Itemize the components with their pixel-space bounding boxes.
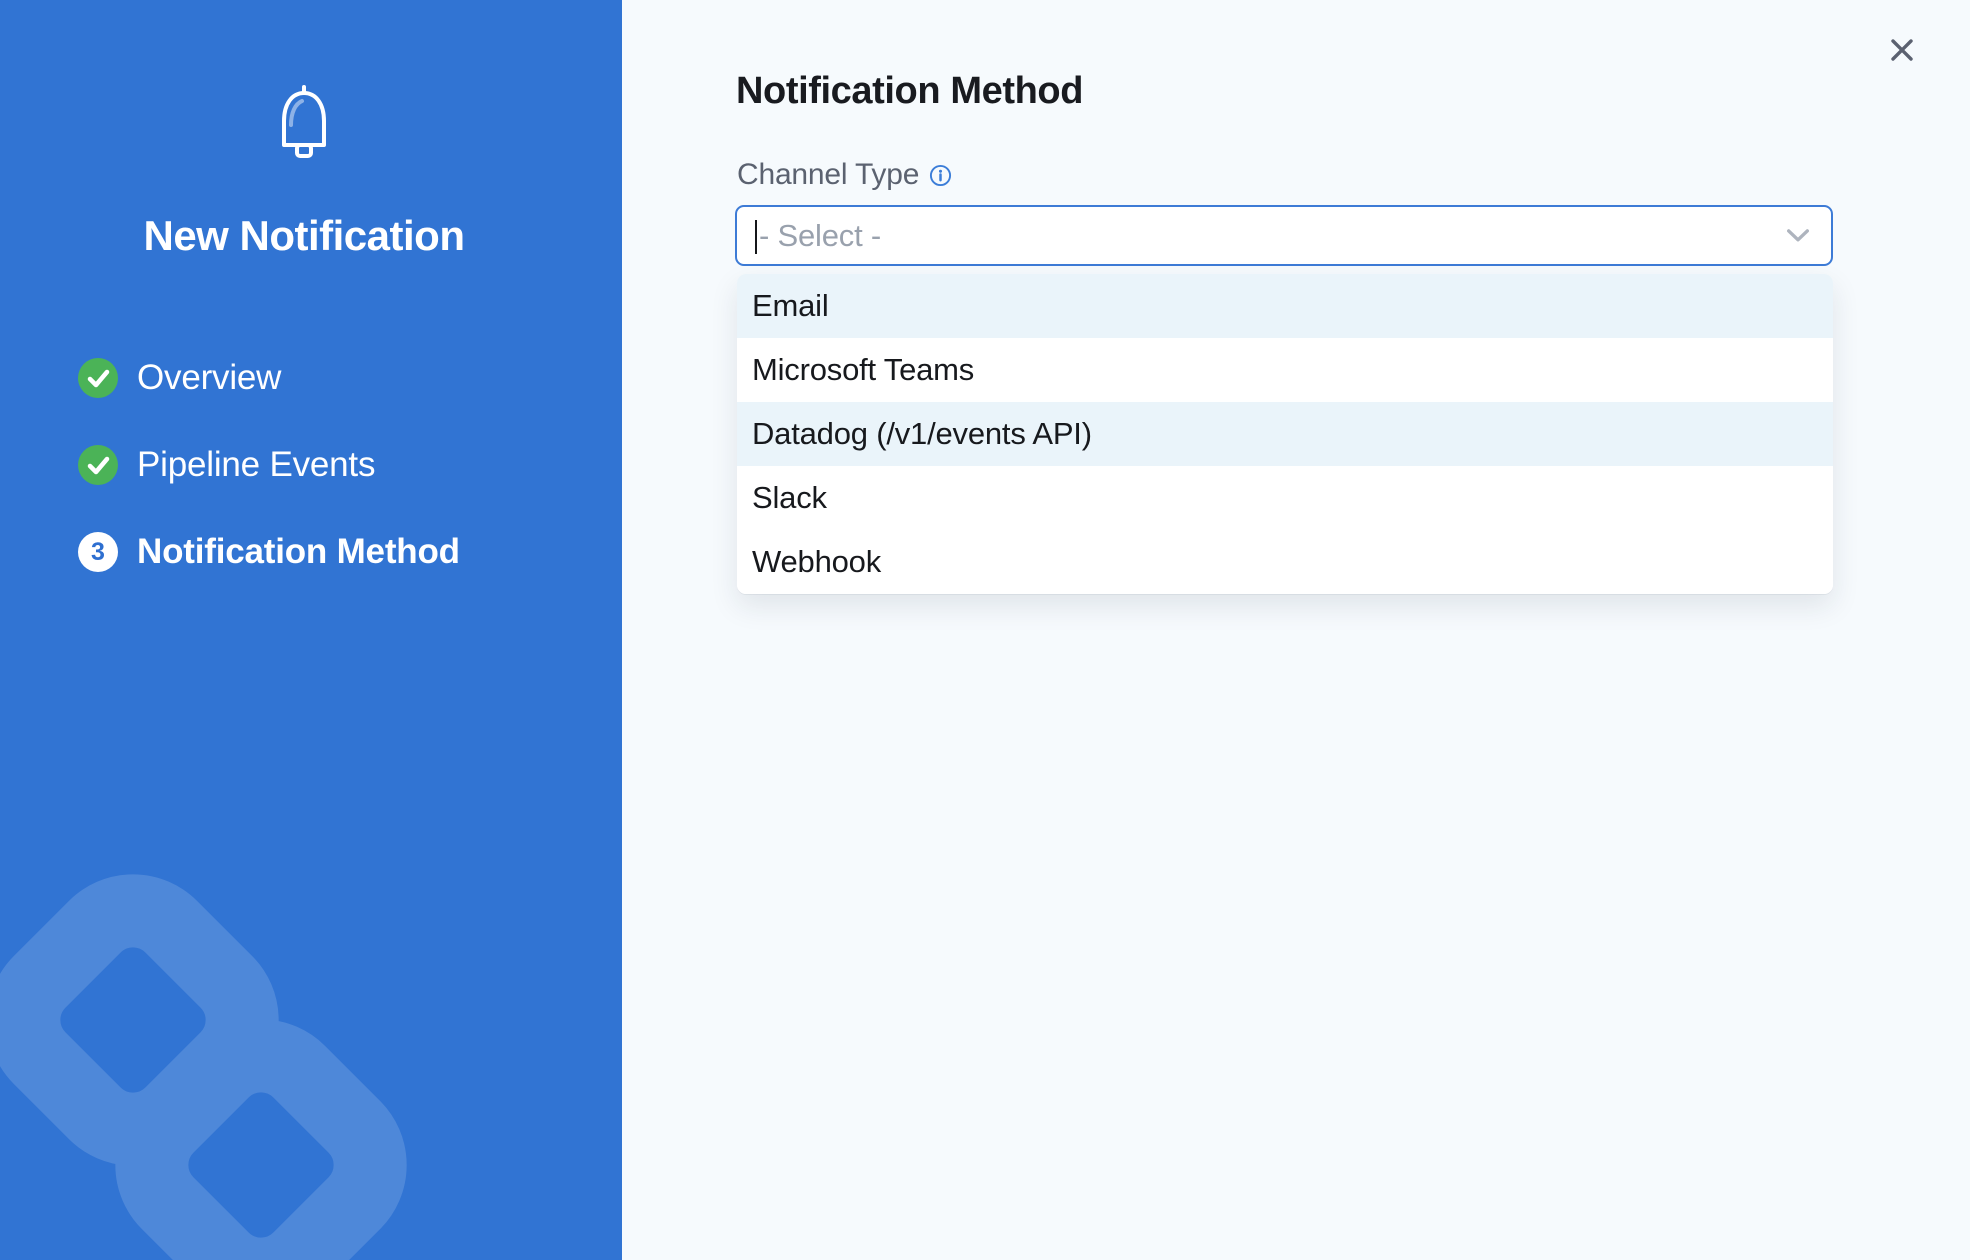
panel-heading: Notification Method xyxy=(736,70,1083,113)
option-email[interactable]: Email xyxy=(737,274,1833,338)
check-icon xyxy=(78,358,118,398)
channel-type-label: Channel Type xyxy=(737,158,919,192)
channel-options-menu: Email Microsoft Teams Datadog (/v1/event… xyxy=(737,274,1833,594)
close-button[interactable] xyxy=(1884,32,1920,68)
notification-method-panel: Notification Method Channel Type - Selec… xyxy=(622,0,1970,1260)
bell-icon xyxy=(272,84,336,162)
channel-type-label-row: Channel Type xyxy=(737,158,952,192)
step-notification-method[interactable]: 3 Notification Method xyxy=(78,532,460,572)
new-notification-modal: New Notification Overview Pipeline Event… xyxy=(0,0,1970,1260)
option-datadog[interactable]: Datadog (/v1/events API) xyxy=(737,402,1833,466)
option-slack[interactable]: Slack xyxy=(737,466,1833,530)
step-label: Pipeline Events xyxy=(137,445,375,485)
info-icon[interactable] xyxy=(929,164,952,187)
close-icon xyxy=(1888,36,1916,64)
select-placeholder: - Select - xyxy=(759,218,881,254)
option-microsoft-teams[interactable]: Microsoft Teams xyxy=(737,338,1833,402)
step-label: Overview xyxy=(137,358,281,398)
step-label: Notification Method xyxy=(137,532,460,572)
wizard-title: New Notification xyxy=(0,213,608,259)
step-overview[interactable]: Overview xyxy=(78,358,460,398)
check-icon xyxy=(78,445,118,485)
wizard-steps: Overview Pipeline Events 3 Notification … xyxy=(78,358,460,619)
channel-type-select[interactable]: - Select - xyxy=(735,205,1833,266)
wizard-sidebar: New Notification Overview Pipeline Event… xyxy=(0,0,622,1260)
step-pipeline-events[interactable]: Pipeline Events xyxy=(78,445,460,485)
text-cursor xyxy=(755,220,757,254)
option-webhook[interactable]: Webhook xyxy=(737,530,1833,594)
chevron-down-icon xyxy=(1787,229,1809,243)
step-number-badge: 3 xyxy=(78,532,118,572)
brand-watermark xyxy=(0,700,622,1260)
